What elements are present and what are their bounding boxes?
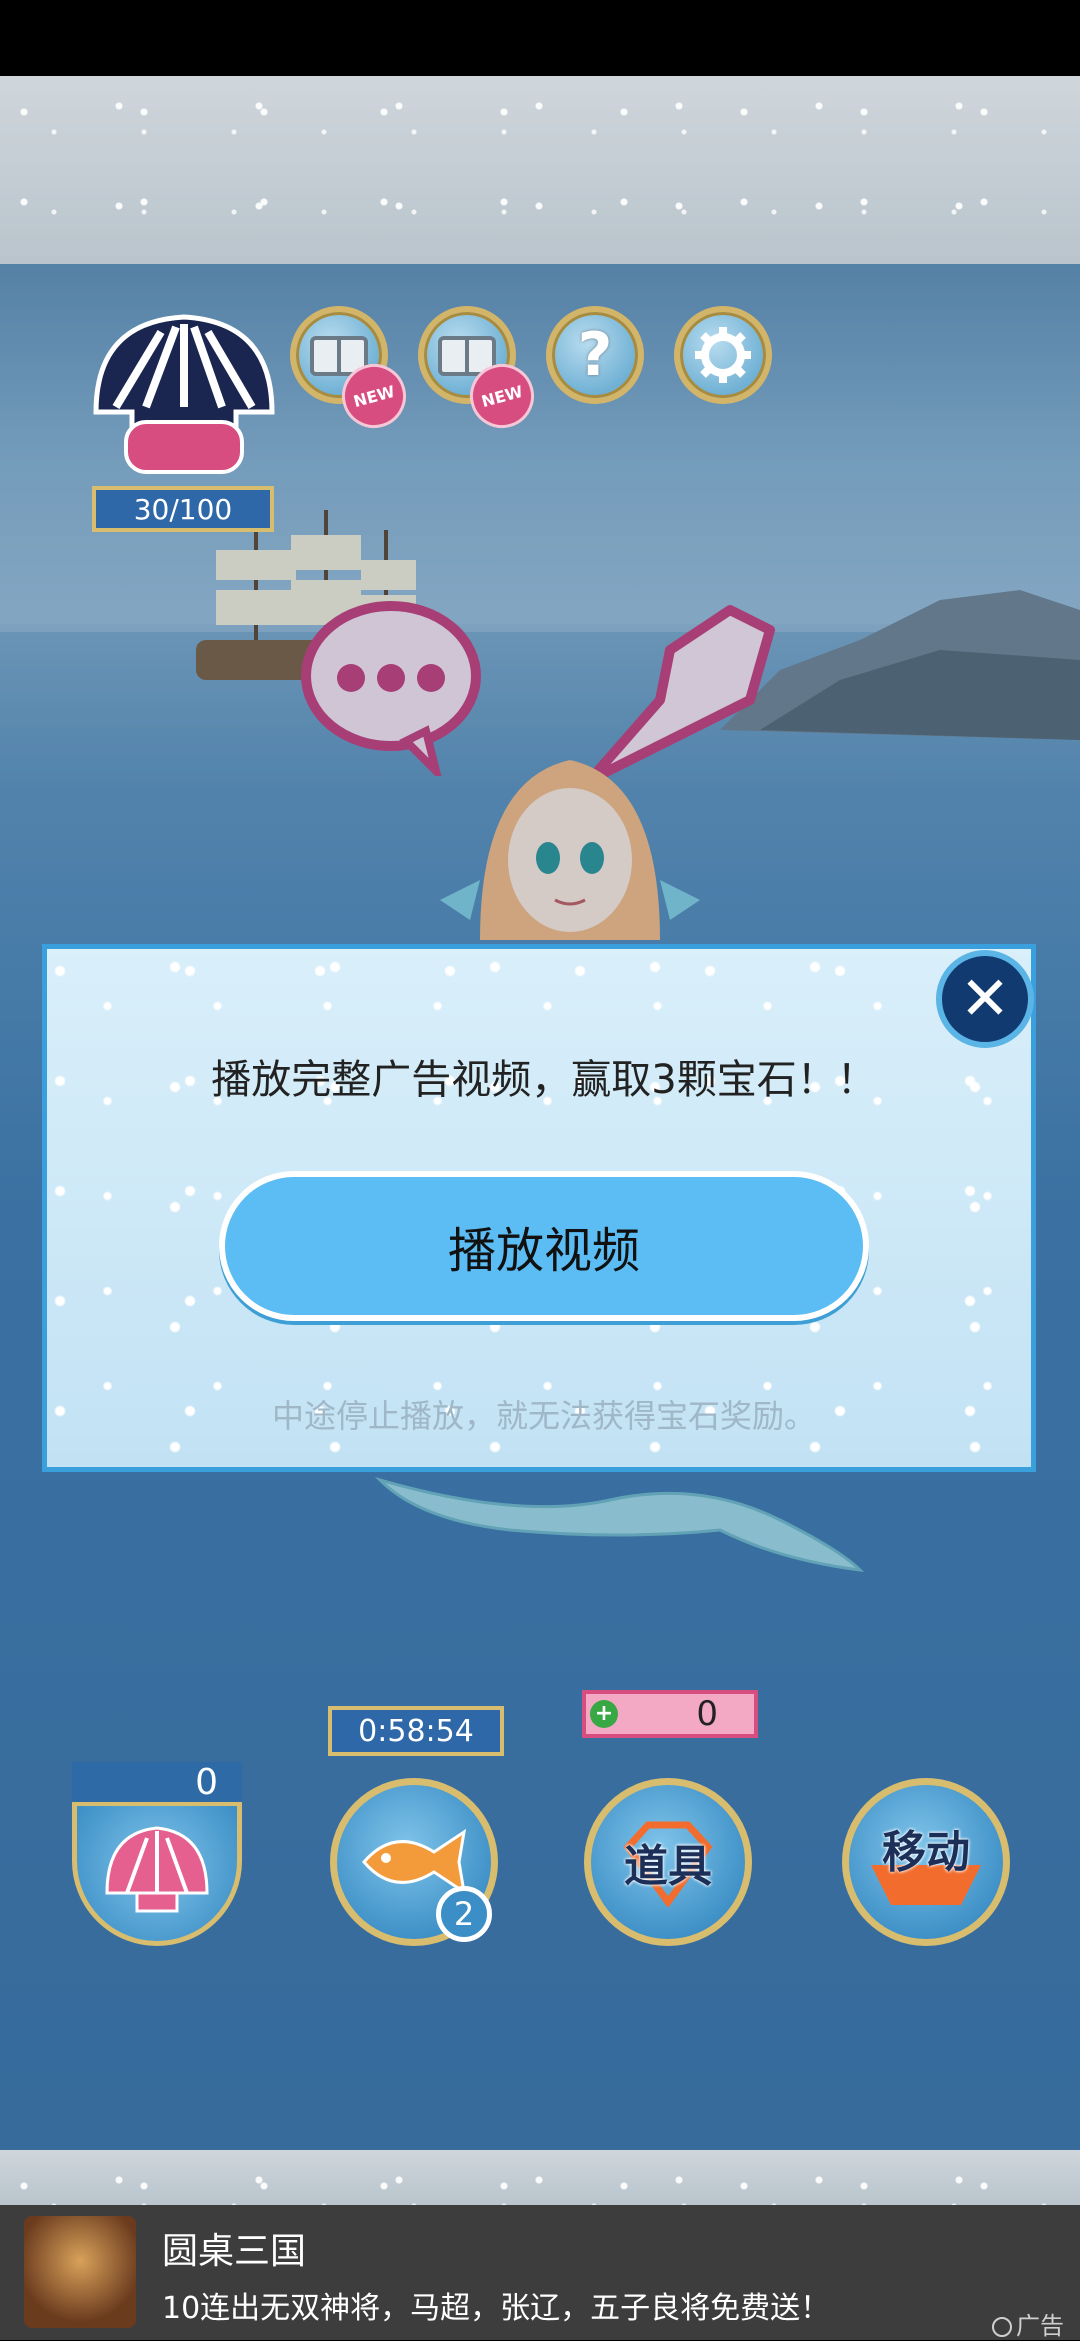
- shell-icon: [105, 1826, 209, 1913]
- dialog-note: 中途停止播放，就无法获得宝石奖励。: [271, 1397, 816, 1435]
- fish-count-badge: 2: [436, 1886, 492, 1942]
- ad-label: 广告: [992, 2306, 1064, 2341]
- shell-count: 0: [72, 1762, 242, 1806]
- items-label: 道具: [624, 1841, 712, 1892]
- gear-icon: [695, 327, 751, 383]
- top-decor-band: [0, 76, 1080, 267]
- ad-title[interactable]: 圆桌三国: [162, 2222, 306, 2274]
- shell-gauge-icon[interactable]: [86, 312, 282, 482]
- ad-info-icon: [992, 2317, 1012, 2337]
- bottom-decor-band: [0, 2150, 1080, 2205]
- move-button[interactable]: 移动: [842, 1778, 1010, 1946]
- settings-button[interactable]: [674, 306, 772, 404]
- close-dialog-button[interactable]: ✕: [936, 950, 1034, 1048]
- add-gem-icon[interactable]: +: [590, 1700, 618, 1728]
- dialog-message: 播放完整广告视频，赢取3颗宝石！！: [211, 1057, 877, 1103]
- help-icon: ?: [577, 320, 613, 390]
- ad-description[interactable]: 10连出无双神将，马超，张辽，五子良将免费送！: [162, 2283, 830, 2327]
- video-ad-dialog: 播放完整广告视频，赢取3颗宝石！！ 播放视频 中途停止播放，就无法获得宝石奖励。: [42, 944, 1036, 1472]
- ad-thumbnail[interactable]: [24, 2216, 136, 2328]
- help-button[interactable]: ?: [546, 306, 644, 404]
- move-label: 移动: [882, 1827, 970, 1878]
- pearl-counter: 30/100: [92, 486, 274, 532]
- status-bar: [0, 0, 1080, 76]
- ad-label-text: 广告: [1016, 2312, 1064, 2340]
- items-button[interactable]: 道具: [584, 1778, 752, 1946]
- close-icon: ✕: [959, 964, 1011, 1034]
- play-video-button[interactable]: 播放视频: [219, 1171, 869, 1321]
- fish-timer: 0:58:54: [328, 1706, 504, 1756]
